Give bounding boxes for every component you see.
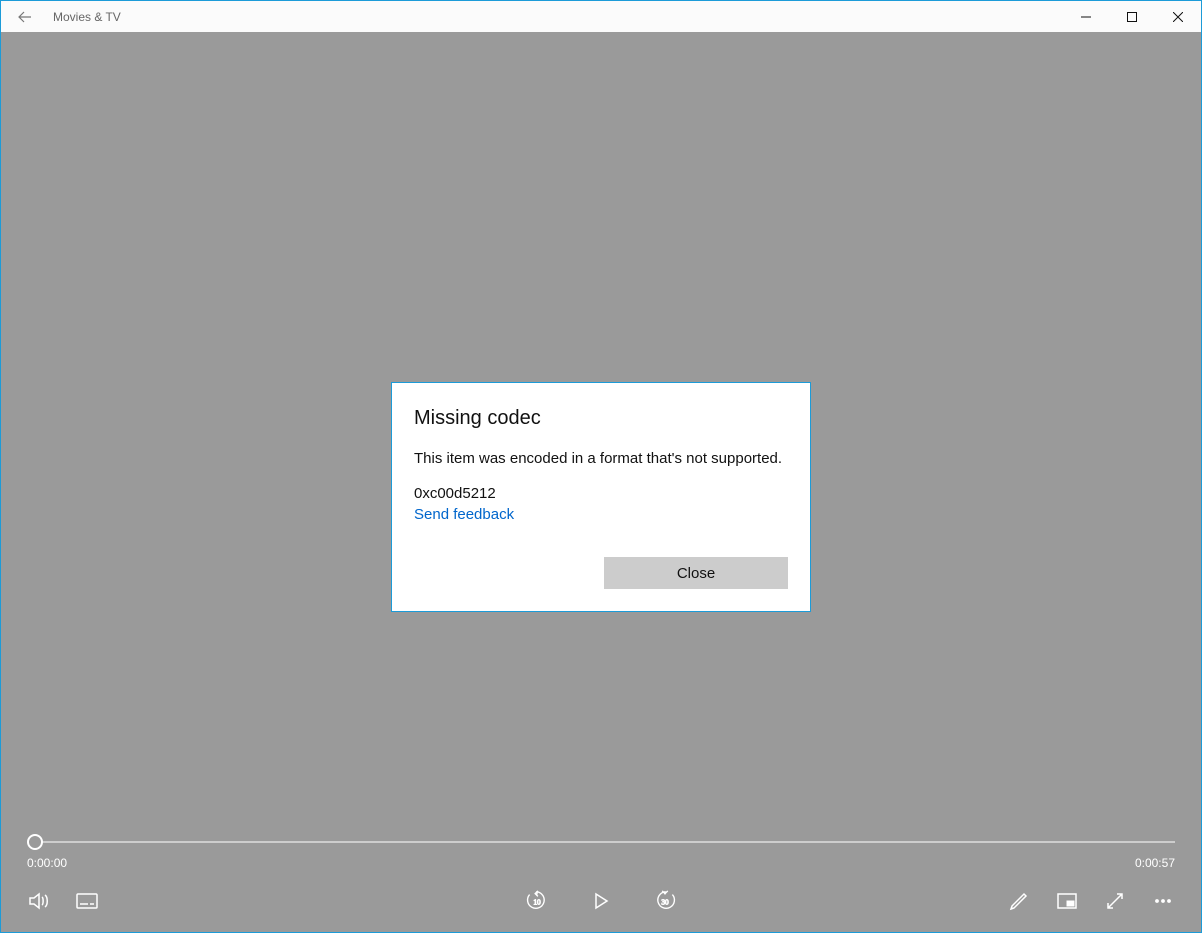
subtitles-button[interactable]	[75, 889, 99, 913]
send-feedback-link[interactable]: Send feedback	[414, 506, 788, 523]
dialog-close-button[interactable]: Close	[604, 557, 788, 589]
seek-bar[interactable]	[27, 832, 1175, 852]
minimize-button[interactable]	[1063, 1, 1109, 32]
titlebar: Movies & TV	[1, 1, 1201, 32]
time-row: 0:00:00 0:00:57	[27, 856, 1175, 870]
total-time: 0:00:57	[1135, 856, 1175, 870]
more-icon	[1152, 890, 1174, 912]
skip-forward-button[interactable]: 30	[653, 889, 677, 913]
playback-controls: 0:00:00 0:00:57	[1, 832, 1201, 932]
dialog-error-code: 0xc00d5212	[414, 485, 788, 502]
dialog-title: Missing codec	[414, 407, 788, 430]
skip-back-label: 10	[533, 898, 541, 907]
app-window: Movies & TV Missing codec This item was …	[0, 0, 1202, 933]
fullscreen-button[interactable]	[1103, 889, 1127, 913]
skip-back-button[interactable]: 10	[525, 889, 549, 913]
close-icon	[1173, 12, 1183, 22]
pencil-icon	[1008, 890, 1030, 912]
mini-view-icon	[1056, 890, 1078, 912]
app-title: Movies & TV	[53, 10, 121, 24]
subtitles-icon	[75, 889, 99, 913]
seek-track	[32, 841, 1175, 843]
play-icon	[591, 891, 611, 911]
mini-view-button[interactable]	[1055, 889, 1079, 913]
play-button[interactable]	[589, 889, 613, 913]
back-button[interactable]	[9, 1, 41, 32]
video-surface[interactable]: Missing codec This item was encoded in a…	[1, 32, 1201, 832]
current-time: 0:00:00	[27, 856, 67, 870]
skip-forward-label: 30	[661, 898, 669, 907]
volume-icon	[27, 889, 51, 913]
edit-button[interactable]	[1007, 889, 1031, 913]
volume-button[interactable]	[27, 889, 51, 913]
maximize-button[interactable]	[1109, 1, 1155, 32]
dialog-actions: Close	[414, 557, 788, 589]
more-button[interactable]	[1151, 889, 1175, 913]
video-area: Missing codec This item was encoded in a…	[1, 32, 1201, 932]
window-controls	[1063, 1, 1201, 32]
close-window-button[interactable]	[1155, 1, 1201, 32]
minimize-icon	[1081, 12, 1091, 22]
fullscreen-icon	[1104, 890, 1126, 912]
seek-thumb[interactable]	[27, 834, 43, 850]
skip-forward-icon: 30	[653, 888, 677, 914]
error-dialog: Missing codec This item was encoded in a…	[391, 382, 811, 612]
skip-back-icon: 10	[525, 888, 549, 914]
dialog-message: This item was encoded in a format that's…	[414, 450, 788, 467]
back-arrow-icon	[17, 9, 33, 25]
maximize-icon	[1127, 12, 1137, 22]
buttons-row: 10 30	[27, 876, 1175, 926]
